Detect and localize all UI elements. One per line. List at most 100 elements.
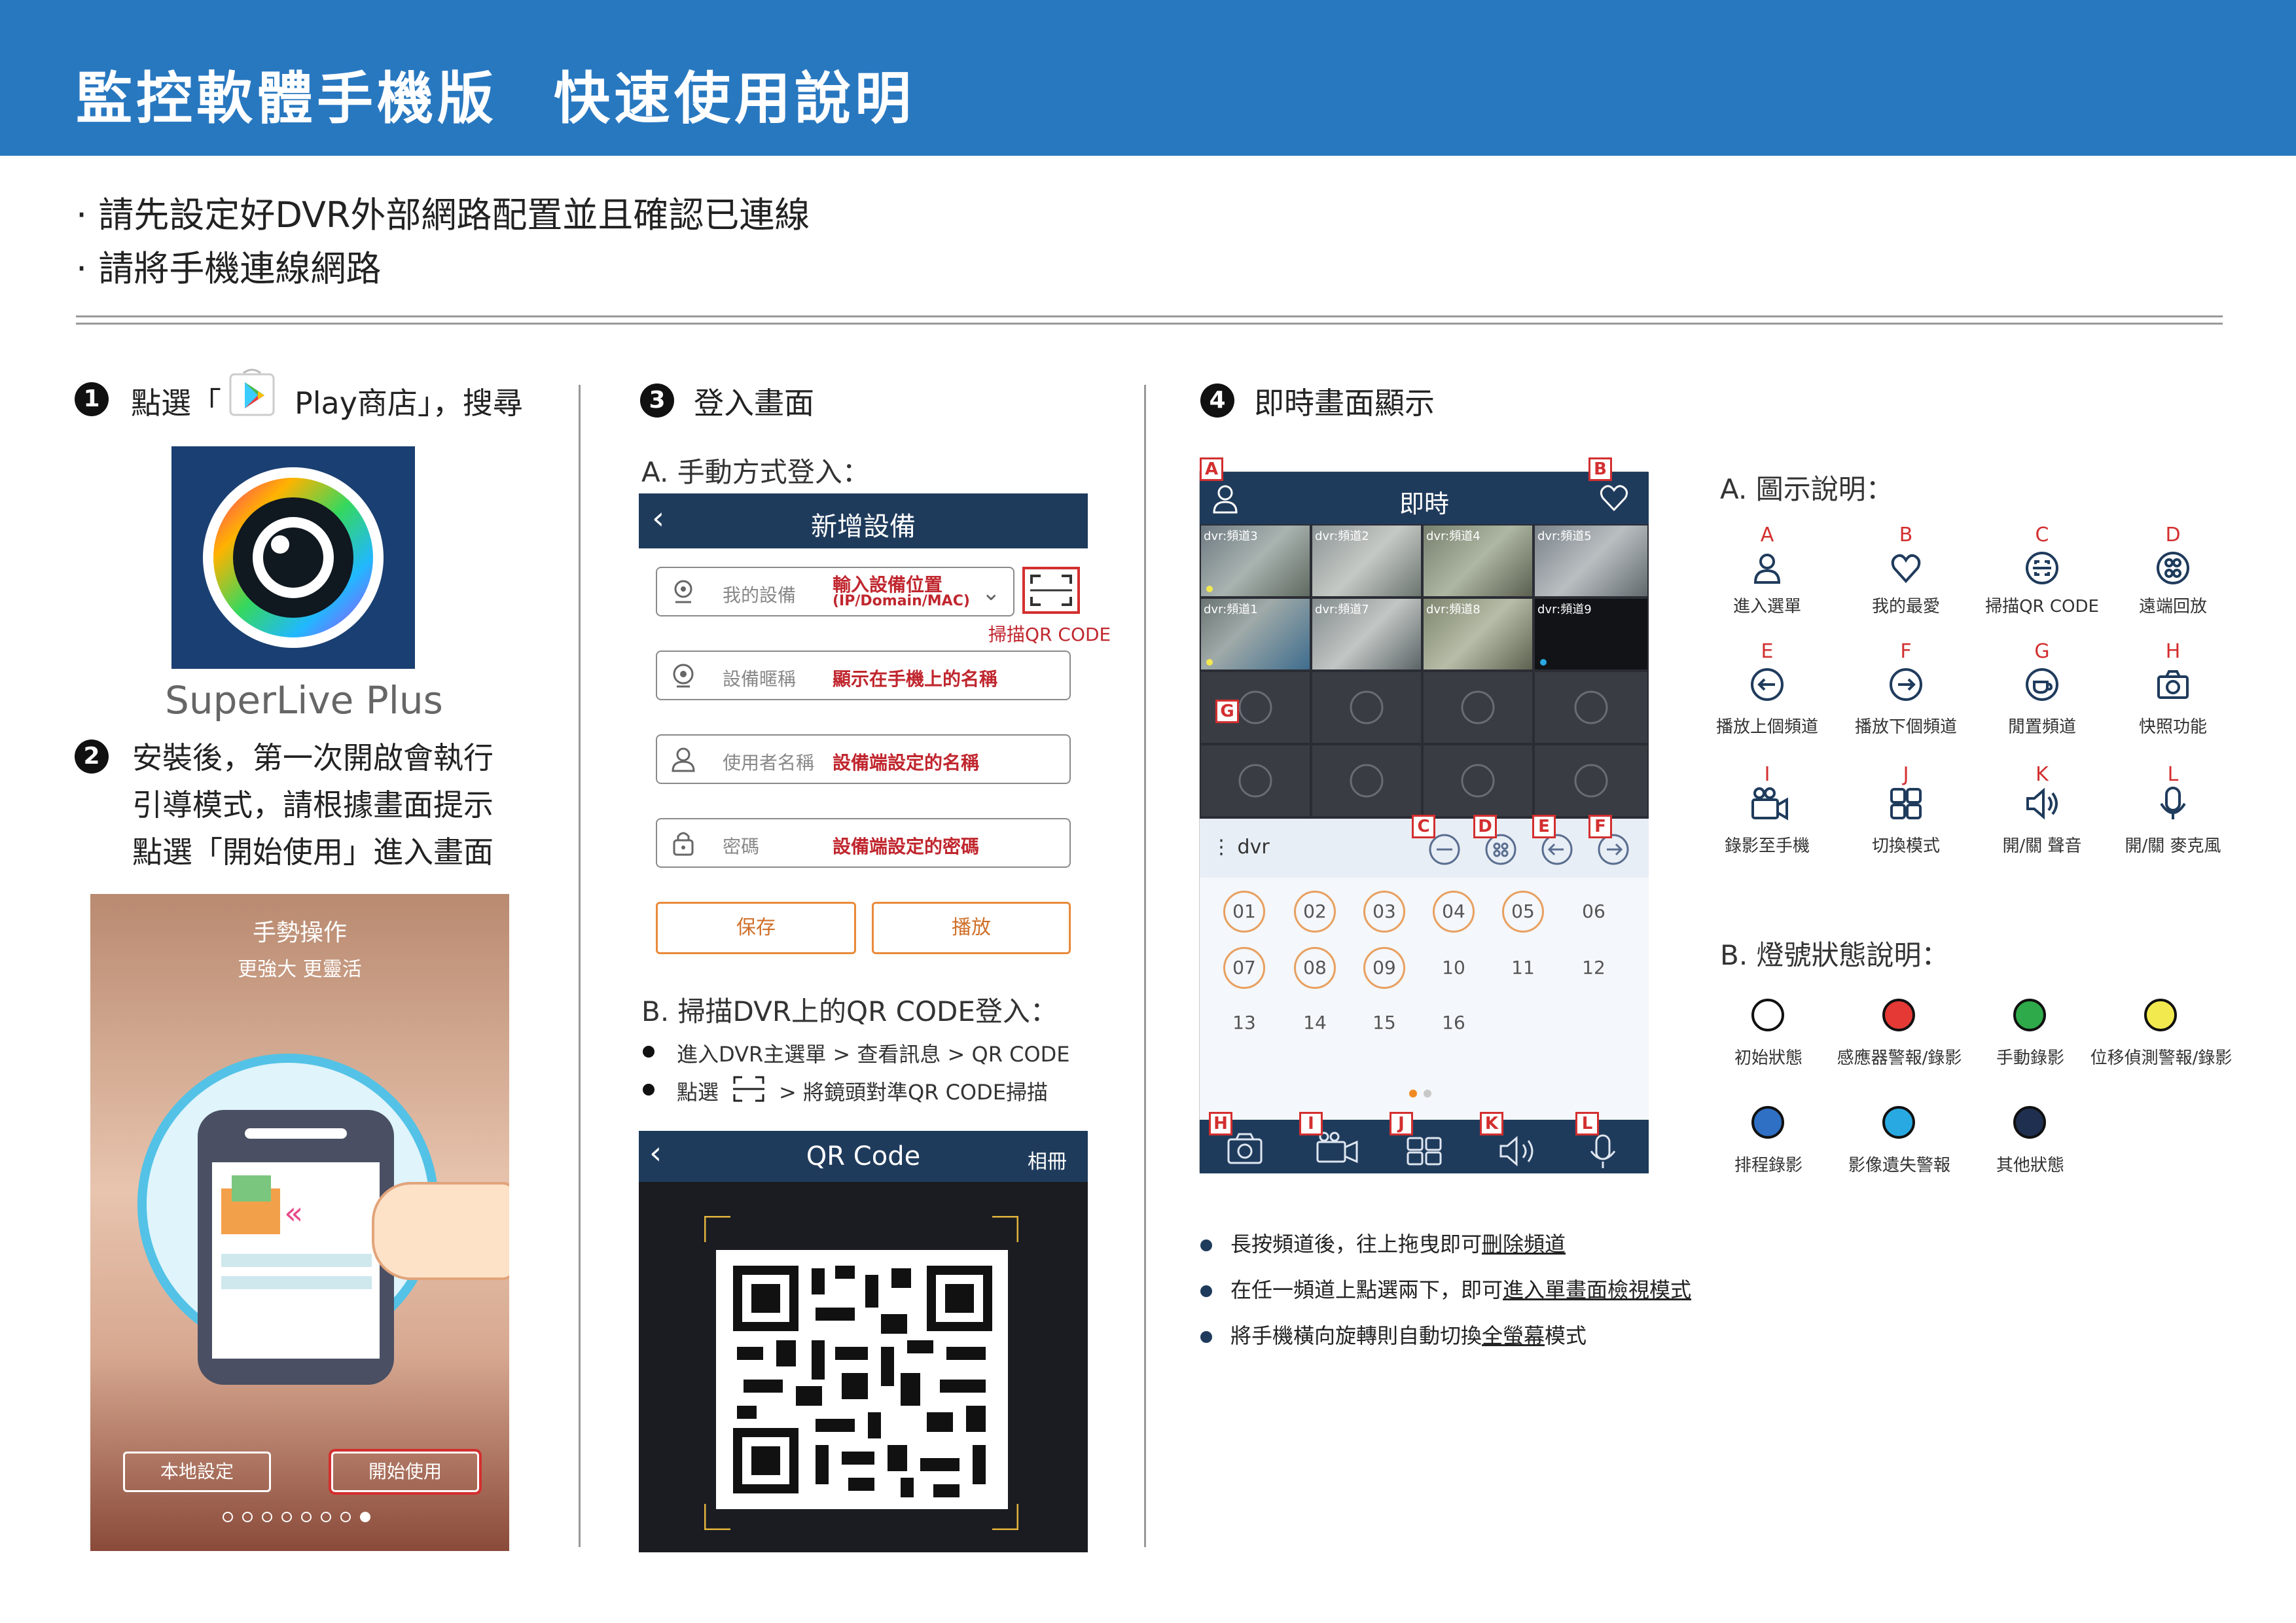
qr-viewfinder bbox=[702, 1214, 1020, 1532]
start-button[interactable]: 開始使用 bbox=[329, 1449, 482, 1495]
save-button[interactable]: 保存 bbox=[656, 902, 856, 954]
channel-number[interactable]: 07 bbox=[1223, 947, 1265, 989]
channel-number[interactable]: 04 bbox=[1433, 891, 1475, 933]
heart-icon[interactable] bbox=[1598, 482, 1630, 515]
legend-letter: K bbox=[2036, 763, 2049, 786]
legend-letter: F bbox=[1900, 640, 1912, 663]
device-name[interactable]: ⋮ dvr bbox=[1211, 836, 1270, 859]
channel-tile[interactable]: dvr:頻道4 bbox=[1424, 526, 1532, 596]
add-device-title: 新增設備 bbox=[811, 512, 916, 542]
step4-title: 即時畫面顯示 bbox=[1254, 385, 1435, 421]
status-dot-other bbox=[2013, 1106, 2046, 1139]
channel-tile[interactable]: dvr:頻道1 bbox=[1201, 599, 1310, 669]
channel-number[interactable]: 14 bbox=[1294, 1002, 1336, 1044]
nickname-placeholder: 設備暱稱 bbox=[723, 668, 797, 690]
live-titlebar: 即時 bbox=[1200, 472, 1649, 524]
nickname-hint: 顯示在手機上的名稱 bbox=[833, 668, 998, 690]
heart-icon bbox=[1889, 551, 1923, 585]
live-title: 即時 bbox=[1399, 490, 1449, 518]
channel-number[interactable]: 08 bbox=[1294, 947, 1336, 989]
guide-subtitle: 更強大 更靈活 bbox=[238, 958, 362, 981]
channel-number[interactable]: 12 bbox=[1573, 947, 1615, 989]
guide-screen: 手勢操作 更強大 更靈活 « 本地設定 開始使用 bbox=[90, 894, 509, 1551]
channel-number[interactable]: 11 bbox=[1502, 947, 1544, 989]
channel-tile[interactable]: dvr:頻道5 bbox=[1535, 526, 1647, 596]
legend-letter: I bbox=[1764, 763, 1770, 786]
note-1: 長按頻道後，往上拖曳即可刪除頻道 bbox=[1200, 1228, 1566, 1258]
username-field[interactable]: 使用者名稱 設備端設定的名稱 bbox=[656, 734, 1071, 784]
status-dot-video-loss bbox=[1882, 1106, 1915, 1139]
doc-title: 監控軟體手機版 bbox=[76, 66, 497, 132]
column-divider-1 bbox=[579, 385, 581, 1547]
video-camera-icon bbox=[1750, 787, 1789, 821]
channel-tile[interactable]: dvr:頻道2 bbox=[1312, 526, 1421, 596]
cup-icon bbox=[2025, 668, 2059, 702]
channel-tile[interactable]: dvr:頻道7 bbox=[1312, 599, 1421, 669]
local-settings-button[interactable]: 本地設定 bbox=[123, 1452, 271, 1492]
film-reel-icon bbox=[2156, 551, 2190, 585]
legend-label: 進入選單 bbox=[1732, 597, 1801, 616]
app-icon[interactable] bbox=[171, 446, 415, 669]
add-device-titlebar: ‹ 新增設備 bbox=[639, 493, 1088, 548]
channel-number[interactable]: 10 bbox=[1433, 947, 1475, 989]
device-placeholder: 我的設備 bbox=[723, 584, 797, 606]
guide-title: 手勢操作 bbox=[252, 919, 347, 946]
qr-title: QR Code bbox=[806, 1141, 921, 1171]
channel-number[interactable]: 02 bbox=[1294, 891, 1336, 933]
channel-number[interactable]: 06 bbox=[1573, 891, 1615, 933]
channel-tile[interactable]: dvr:頻道9 bbox=[1535, 599, 1647, 669]
channel-number[interactable]: 13 bbox=[1223, 1002, 1265, 1044]
tag-l: L bbox=[1575, 1112, 1599, 1135]
username-placeholder: 使用者名稱 bbox=[723, 752, 815, 774]
status-label: 位移偵測警報/錄影 bbox=[2090, 1048, 2233, 1068]
play-button[interactable]: 播放 bbox=[872, 902, 1071, 954]
qr-step-1: 進入DVR主選單 > 查看訊息 > QR CODE bbox=[677, 1042, 1070, 1067]
nickname-field[interactable]: 設備暱稱 顯示在手機上的名稱 bbox=[656, 651, 1071, 700]
qr-step-2-post: > 將鏡頭對準QR CODE掃描 bbox=[779, 1080, 1048, 1105]
status-label: 其他狀態 bbox=[1996, 1156, 2064, 1175]
qr-step-2-pre: 點選 bbox=[677, 1080, 719, 1105]
legend-label: 快照功能 bbox=[2138, 717, 2207, 737]
divider-bottom bbox=[76, 323, 2223, 325]
microphone-icon bbox=[2156, 787, 2190, 821]
column-divider-2 bbox=[1144, 385, 1146, 1547]
legend-letter: B bbox=[1899, 524, 1913, 546]
channel-tile[interactable]: dvr:頻道8 bbox=[1424, 599, 1532, 669]
channel-number[interactable]: 03 bbox=[1363, 891, 1405, 933]
channel-number[interactable]: 16 bbox=[1433, 1002, 1475, 1044]
tag-h: H bbox=[1209, 1112, 1232, 1135]
scan-qr-label: 掃描QR CODE bbox=[988, 624, 1111, 645]
channel-tile[interactable]: dvr:頻道3 bbox=[1201, 526, 1310, 596]
password-field[interactable]: 密碼 設備端設定的密碼 bbox=[656, 818, 1071, 868]
status-label: 手動錄影 bbox=[1996, 1048, 2064, 1068]
tag-a: A bbox=[1200, 457, 1223, 481]
album-link[interactable]: 相冊 bbox=[1028, 1145, 1067, 1174]
channel-number[interactable]: 05 bbox=[1502, 891, 1544, 933]
tag-f: F bbox=[1588, 815, 1612, 838]
header-banner: 監控軟體手機版 快速使用說明 bbox=[0, 0, 2296, 156]
legend-letter: L bbox=[2167, 763, 2179, 786]
scan-qr-button[interactable] bbox=[1022, 567, 1080, 614]
tag-j: J bbox=[1390, 1112, 1413, 1135]
camera-lens-icon bbox=[670, 662, 696, 688]
status-dot-motion bbox=[2144, 999, 2177, 1031]
legend-letter: J bbox=[1903, 763, 1909, 786]
scan-icon bbox=[2025, 551, 2059, 585]
legend-label: 掃描QR CODE bbox=[1985, 597, 2099, 616]
bullet bbox=[643, 1084, 655, 1096]
tag-b: B bbox=[1588, 457, 1612, 481]
channel-number[interactable]: 01 bbox=[1223, 891, 1265, 933]
step2-line-1: 安裝後，第一次開啟會執行 bbox=[132, 740, 493, 776]
chevron-down-icon[interactable]: ⌄ bbox=[982, 580, 1001, 606]
device-address-field[interactable]: 我的設備 輸入設備位置 (IP/Domain/MAC) ⌄ bbox=[656, 567, 1014, 616]
legend-letter: E bbox=[1761, 640, 1774, 663]
doc-subtitle: 快速使用說明 bbox=[554, 66, 915, 132]
page-dots bbox=[1408, 1088, 1434, 1099]
intro-line-2: · 請將手機連線網路 bbox=[76, 248, 382, 289]
channel-number[interactable]: 15 bbox=[1363, 1002, 1405, 1044]
icon-legend: A 進入選單 B 我的最愛 C 掃描QR CODE D 遠端回放 E 播放上個頻… bbox=[1702, 524, 2278, 864]
channel-number[interactable]: 09 bbox=[1363, 947, 1405, 989]
tag-g: G bbox=[1215, 700, 1239, 723]
step2-line-2: 引導模式，請根據畫面提示 bbox=[132, 787, 493, 823]
live-screen: 即時 dvr:頻道3 dvr:頻道2 dvr:頻道4 dvr:頻道5 dvr:頻… bbox=[1199, 457, 1649, 1173]
